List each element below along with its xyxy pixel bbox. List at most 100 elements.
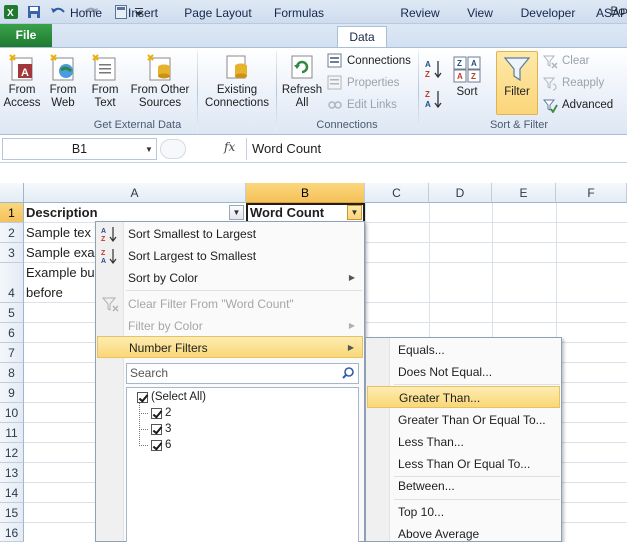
cell-a2[interactable]: Sample tex: [24, 223, 96, 243]
from-access-button[interactable]: A From Access: [2, 52, 42, 110]
advanced-button[interactable]: Advanced: [542, 96, 613, 114]
select-all-checkbox[interactable]: [137, 391, 148, 403]
name-box-dropdown-icon[interactable]: ▼: [145, 145, 153, 154]
menu-clear-filter[interactable]: Clear Filter From "Word Count": [97, 293, 363, 315]
row-header-14[interactable]: 14: [0, 483, 24, 503]
tab-insert[interactable]: Insert: [117, 3, 169, 23]
row-header-15[interactable]: 15: [0, 503, 24, 523]
cell-a3[interactable]: Sample exa: [24, 243, 96, 263]
value-3-checkbox[interactable]: [151, 423, 162, 435]
refresh-all-button[interactable]: Refresh All: [280, 52, 324, 110]
row-header-12[interactable]: 12: [0, 443, 24, 463]
row-header-11[interactable]: 11: [0, 423, 24, 443]
group-label-get-external-data: Get External Data: [93, 119, 182, 131]
existing-connections-button[interactable]: Existing Connections: [202, 52, 272, 110]
insert-function-icon[interactable]: fx: [224, 140, 235, 154]
reapply-label: Reapply: [562, 77, 605, 89]
row-header-8[interactable]: 8: [0, 363, 24, 383]
formula-bar-handle[interactable]: [160, 139, 186, 159]
row-header-2[interactable]: 2: [0, 223, 24, 243]
filter-value-list: (Select All) 2 3 6: [126, 387, 359, 542]
connections-button[interactable]: Connections: [327, 52, 411, 70]
tab-formulas[interactable]: Formulas: [268, 3, 330, 23]
column-header-c[interactable]: C: [365, 183, 429, 203]
from-text-button[interactable]: From Text: [86, 52, 124, 110]
value-item-2[interactable]: 2: [151, 405, 171, 421]
sort-a-to-z-button[interactable]: AZ: [424, 58, 444, 84]
menu-does-not-equal[interactable]: Does Not Equal...: [367, 361, 560, 383]
column-header-f[interactable]: F: [556, 183, 627, 203]
row-header-1[interactable]: 1: [0, 203, 24, 223]
tree-connector: [139, 445, 148, 446]
filter-dropdown-a-icon[interactable]: ▼: [229, 205, 244, 220]
reapply-icon: [542, 77, 557, 91]
tab-file[interactable]: File: [0, 24, 52, 47]
column-header-e[interactable]: E: [492, 183, 556, 203]
name-box[interactable]: B1: [2, 138, 157, 160]
excel-logo-icon[interactable]: X: [2, 3, 20, 21]
tab-review[interactable]: Review: [394, 3, 446, 23]
menu-equals[interactable]: Equals...: [367, 339, 560, 361]
menu-filter-by-color[interactable]: Filter by Color ▶: [97, 315, 363, 337]
menu-less-than-or-equal[interactable]: Less Than Or Equal To...: [367, 453, 560, 475]
tab-page-layout[interactable]: Page Layout: [180, 3, 256, 23]
sort-button[interactable]: ZAAZ Sort: [450, 54, 484, 99]
from-other-sources-button[interactable]: From Other Sources: [128, 52, 192, 110]
row-header-16[interactable]: 16: [0, 523, 24, 542]
clear-button[interactable]: Clear: [542, 52, 589, 70]
svg-text:Z: Z: [457, 59, 462, 68]
menu-sort-largest-to-smallest[interactable]: ZA Sort Largest to Smallest: [97, 245, 363, 267]
search-icon[interactable]: [342, 367, 354, 379]
row-header-4[interactable]: 4: [0, 263, 24, 303]
cell-a1[interactable]: Description: [24, 203, 229, 223]
column-header-b[interactable]: B: [246, 183, 365, 203]
menu-number-filters[interactable]: Number Filters ▶: [97, 336, 363, 358]
menu-top-10[interactable]: Top 10...: [367, 501, 560, 523]
reapply-button[interactable]: Reapply: [542, 74, 604, 92]
sort-z-to-a-button[interactable]: ZA: [424, 88, 444, 114]
tab-data[interactable]: Data: [337, 26, 387, 47]
edit-links-button[interactable]: Edit Links: [327, 96, 397, 114]
filter-button[interactable]: Filter: [496, 51, 538, 115]
tab-asap[interactable]: ASAP: [592, 3, 627, 23]
row-header-5[interactable]: 5: [0, 303, 24, 323]
tab-developer[interactable]: Developer: [513, 3, 583, 23]
filter-search-input[interactable]: Search: [126, 363, 359, 384]
from-web-button[interactable]: From Web: [44, 52, 82, 110]
row-header-3[interactable]: 3: [0, 243, 24, 263]
properties-button[interactable]: Properties: [327, 74, 399, 92]
menu-sort-by-color[interactable]: Sort by Color ▶: [97, 267, 363, 289]
from-other-sources-label: From Other Sources: [130, 84, 190, 109]
sort-ascending-icon: AZ: [425, 60, 442, 79]
tab-home[interactable]: Home: [60, 3, 112, 23]
menu-sort-smallest-to-largest[interactable]: AZ Sort Smallest to Largest: [97, 223, 363, 245]
save-icon[interactable]: [25, 3, 43, 21]
column-header-d[interactable]: D: [429, 183, 492, 203]
menu-greater-than[interactable]: Greater Than...: [367, 386, 560, 408]
tab-view[interactable]: View: [456, 3, 504, 23]
value-item-3[interactable]: 3: [151, 421, 171, 437]
cell-a4-line2[interactable]: before: [24, 283, 96, 303]
search-placeholder: Search: [130, 366, 169, 380]
formula-input[interactable]: Word Count: [246, 138, 627, 160]
value-select-all[interactable]: (Select All): [137, 389, 206, 405]
menu-separator: [394, 499, 560, 500]
value-item-6[interactable]: 6: [151, 437, 171, 453]
value-2-checkbox[interactable]: [151, 407, 162, 419]
menu-above-average[interactable]: Above Average: [367, 523, 560, 542]
row-header-7[interactable]: 7: [0, 343, 24, 363]
row-header-13[interactable]: 13: [0, 463, 24, 483]
menu-greater-than-or-equal[interactable]: Greater Than Or Equal To...: [367, 409, 560, 431]
row-header-6[interactable]: 6: [0, 323, 24, 343]
cell-a4-line1[interactable]: Example bu: [24, 263, 96, 283]
column-header-a[interactable]: A: [24, 183, 246, 203]
menu-less-than[interactable]: Less Than...: [367, 431, 560, 453]
filter-dropdown-b-icon[interactable]: ▼: [347, 205, 362, 220]
value-6-checkbox[interactable]: [151, 439, 162, 451]
svg-text:X: X: [7, 8, 14, 19]
row-header-10[interactable]: 10: [0, 403, 24, 423]
menu-between[interactable]: Between...: [367, 475, 560, 497]
select-all-corner[interactable]: [0, 183, 24, 203]
formula-bar: B1 ▼ fx Word Count: [0, 135, 627, 163]
row-header-9[interactable]: 9: [0, 383, 24, 403]
